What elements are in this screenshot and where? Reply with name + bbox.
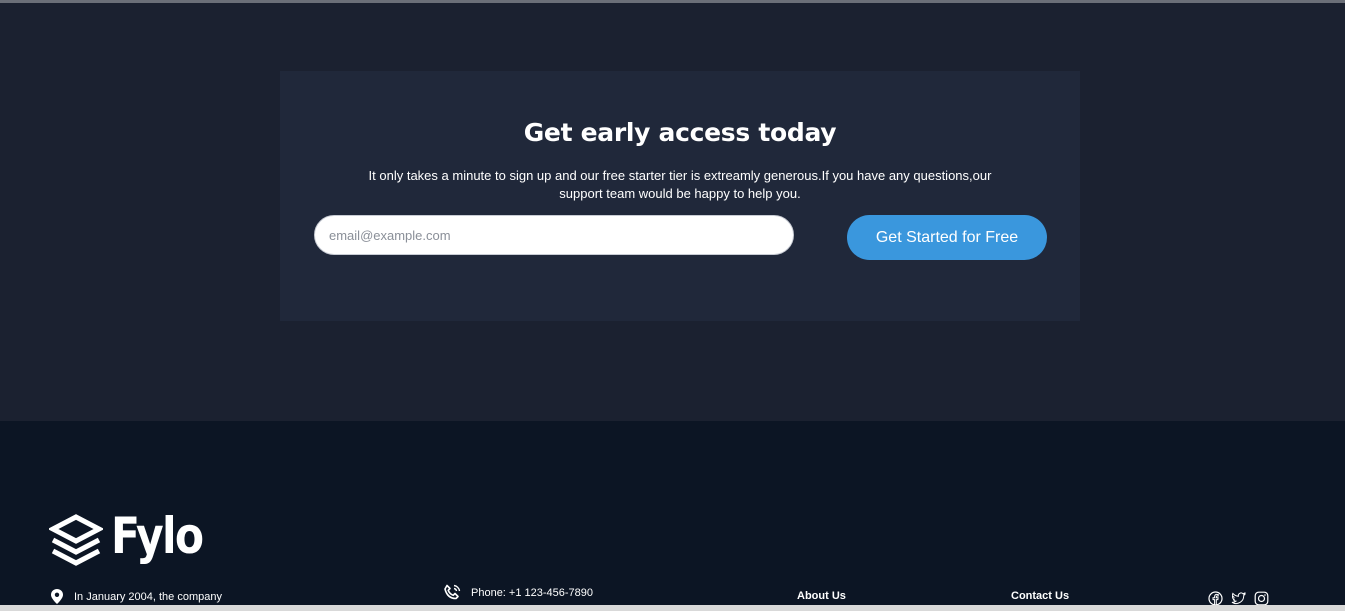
footer: Fylo In January 2004, the company Phone:… (0, 421, 1345, 611)
facebook-icon[interactable] (1208, 591, 1223, 606)
early-access-card: Get early access today It only takes a m… (280, 71, 1080, 321)
layers-icon (49, 514, 103, 566)
cta-description: It only takes a minute to sign up and ou… (368, 168, 992, 201)
email-input[interactable] (314, 215, 794, 255)
location-pin-icon (50, 589, 64, 604)
social-links (1208, 591, 1269, 606)
contact-us-link[interactable]: Contact Us (1011, 590, 1069, 602)
about-us-link[interactable]: About Us (797, 590, 846, 602)
fylo-logo[interactable]: Fylo (49, 507, 209, 571)
horizontal-scrollbar[interactable] (0, 605, 1345, 611)
early-access-section: Get early access today It only takes a m… (0, 3, 1345, 421)
footer-phone: Phone: +1 123-456-7890 (444, 584, 593, 601)
phone-text: Phone: +1 123-456-7890 (471, 586, 594, 599)
footer-location: In January 2004, the company (50, 589, 222, 604)
get-started-button[interactable]: Get Started for Free (847, 215, 1047, 260)
phone-icon (444, 584, 461, 601)
twitter-icon[interactable] (1231, 591, 1246, 606)
instagram-icon[interactable] (1254, 591, 1269, 606)
location-text: In January 2004, the company (74, 590, 222, 603)
logo-text: Fylo (111, 507, 204, 565)
cta-title: Get early access today (523, 118, 837, 147)
